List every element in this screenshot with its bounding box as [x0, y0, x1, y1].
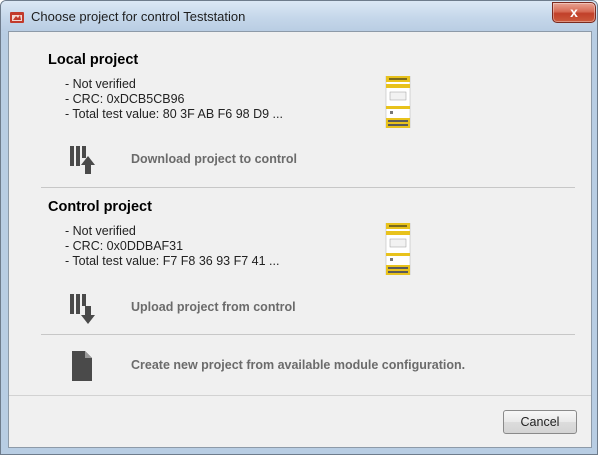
safety-module-icon	[385, 76, 411, 128]
separator	[41, 187, 575, 188]
download-project-action[interactable]: Download project to control	[69, 144, 549, 178]
control-project-test-value: - Total test value: F7 F8 36 93 F7 41 ..…	[65, 254, 280, 268]
control-project-status: - Not verified	[65, 224, 136, 238]
app-icon	[10, 12, 24, 23]
safety-module-icon	[385, 223, 411, 275]
local-project-crc: - CRC: 0xDCB5CB96	[65, 92, 185, 106]
dialog-window: Choose project for control Teststation x…	[0, 0, 598, 455]
control-project-title: Control project	[48, 199, 152, 215]
title-bar[interactable]: Choose project for control Teststation x	[1, 1, 597, 31]
cancel-button[interactable]: Cancel	[503, 410, 577, 434]
upload-from-control-icon	[70, 294, 95, 324]
upload-project-action[interactable]: Upload project from control	[69, 292, 549, 326]
dialog-content: Local project - Not verified - CRC: 0xDC…	[8, 31, 592, 448]
upload-project-label: Upload project from control	[131, 300, 296, 314]
control-project-crc: - CRC: 0x0DDBAF31	[65, 239, 184, 253]
create-new-project-label: Create new project from available module…	[131, 358, 466, 372]
window-title: Choose project for control Teststation	[31, 9, 246, 24]
local-project-test-value: - Total test value: 80 3F AB F6 98 D9 ..…	[65, 107, 283, 121]
separator	[41, 334, 575, 335]
close-button[interactable]: x	[552, 2, 596, 23]
footer-separator	[9, 395, 591, 396]
new-document-icon	[72, 351, 92, 381]
local-project-status: - Not verified	[65, 77, 136, 91]
create-new-project-action[interactable]: Create new project from available module…	[69, 350, 549, 384]
download-to-control-icon	[70, 146, 95, 174]
download-project-label: Download project to control	[131, 152, 297, 166]
local-project-title: Local project	[48, 52, 139, 68]
